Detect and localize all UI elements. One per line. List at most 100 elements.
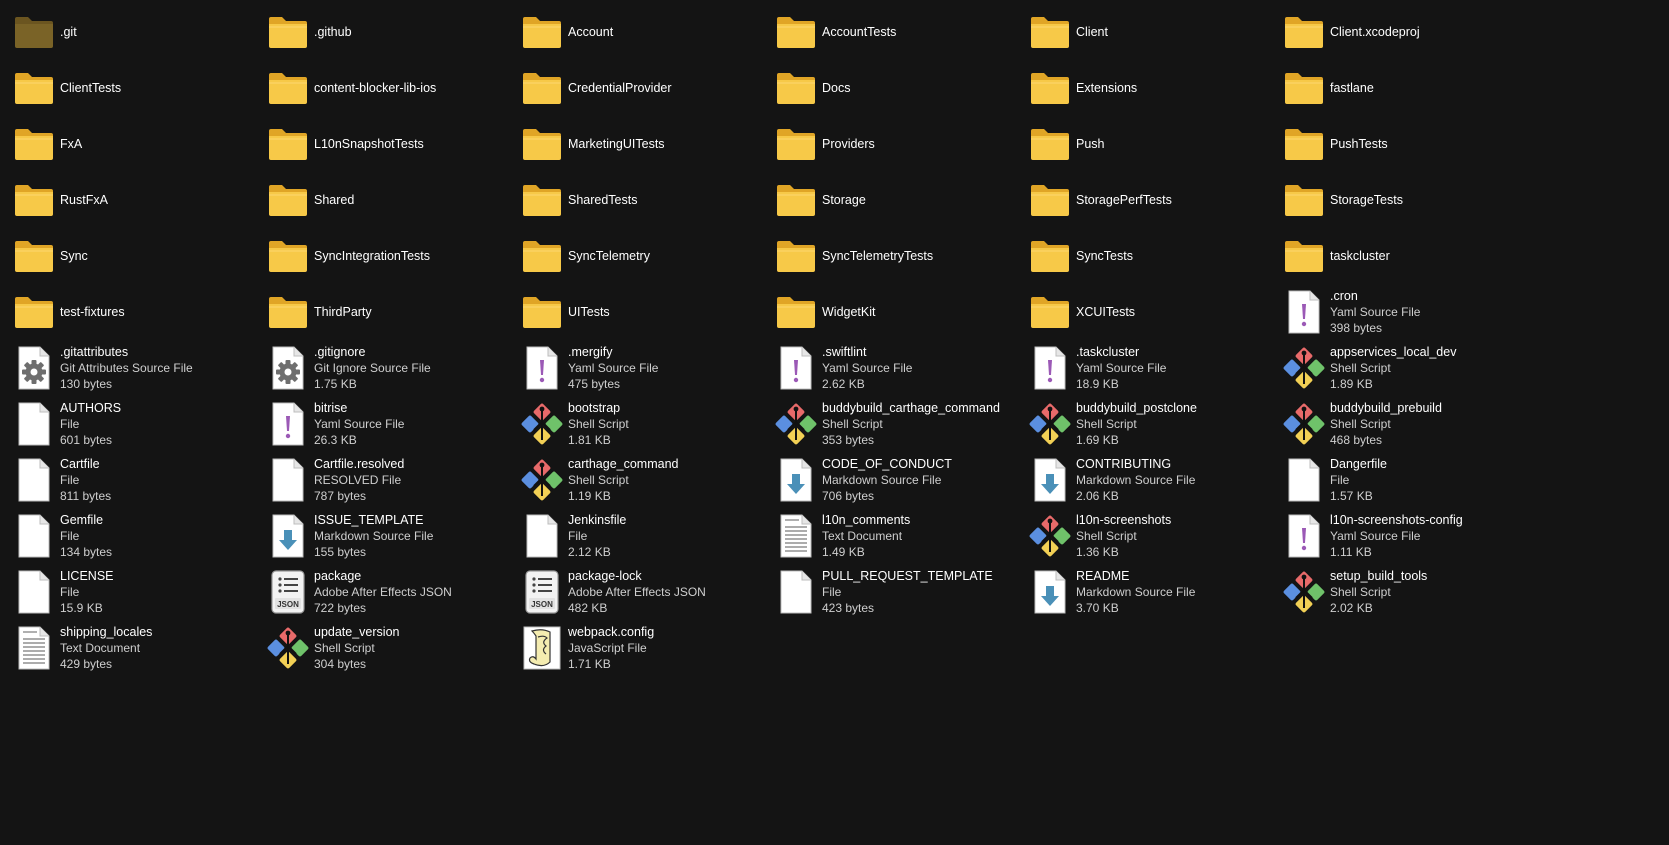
item-name: taskcluster xyxy=(1330,249,1390,263)
folder-item[interactable]: StoragePerfTests xyxy=(1026,172,1280,228)
file-item[interactable]: appservices_local_dev Shell Script 1.89 KB xyxy=(1280,340,1534,396)
folder-item[interactable]: L10nSnapshotTests xyxy=(264,116,518,172)
item-type: Yaml Source File xyxy=(314,417,405,431)
folder-item[interactable]: WidgetKit xyxy=(772,284,1026,340)
item-details: .cron Yaml Source File 398 bytes xyxy=(1330,288,1420,336)
file-item[interactable]: Dangerfile File 1.57 KB xyxy=(1280,452,1534,508)
folder-item[interactable]: Client.xcodeproj xyxy=(1280,4,1534,60)
item-details: l10n-screenshots-config Yaml Source File 1… xyxy=(1330,512,1463,560)
folder-item[interactable]: Client xyxy=(1026,4,1280,60)
file-item[interactable]: buddybuild_postclone Shell Script 1.69 KB xyxy=(1026,396,1280,452)
file-item[interactable]: AUTHORS File 601 bytes xyxy=(10,396,264,452)
folder-item[interactable]: test-fixtures xyxy=(10,284,264,340)
folder-item[interactable]: Account xyxy=(518,4,772,60)
blank-file-icon xyxy=(10,400,58,448)
file-item[interactable]: bitrise Yaml Source File 26.3 KB xyxy=(264,396,518,452)
item-details: buddybuild_carthage_command Shell Script 3… xyxy=(822,400,1000,448)
folder-item[interactable]: PushTests xyxy=(1280,116,1534,172)
folder-icon xyxy=(772,176,820,224)
item-details: Dangerfile File 1.57 KB xyxy=(1330,456,1387,504)
folder-item[interactable]: SyncTelemetry xyxy=(518,228,772,284)
file-item[interactable]: .mergify Yaml Source File 475 bytes xyxy=(518,340,772,396)
file-item[interactable]: Jenkinsfile File 2.12 KB xyxy=(518,508,772,564)
item-name: ThirdParty xyxy=(314,305,372,319)
folder-item[interactable]: SyncTests xyxy=(1026,228,1280,284)
file-item[interactable]: .taskcluster Yaml Source File 18.9 KB xyxy=(1026,340,1280,396)
folder-item[interactable]: Sync xyxy=(10,228,264,284)
folder-item[interactable]: SyncTelemetryTests xyxy=(772,228,1026,284)
shell-script-icon xyxy=(1026,400,1074,448)
item-type: Shell Script xyxy=(1330,417,1391,431)
folder-item[interactable]: ClientTests xyxy=(10,60,264,116)
item-name: setup_build_tools xyxy=(1330,569,1428,583)
folder-item[interactable]: Push xyxy=(1026,116,1280,172)
folder-item[interactable]: UITests xyxy=(518,284,772,340)
folder-item[interactable]: .github xyxy=(264,4,518,60)
folder-item[interactable]: Shared xyxy=(264,172,518,228)
file-item[interactable]: l10n-screenshots-config Yaml Source File 1… xyxy=(1280,508,1534,564)
file-item[interactable]: README Markdown Source File 3.70 KB xyxy=(1026,564,1280,620)
item-size: 1.36 KB xyxy=(1076,545,1119,559)
item-details: ISSUE_TEMPLATE Markdown Source File 155 by… xyxy=(314,512,433,560)
folder-icon xyxy=(1026,64,1074,112)
folder-item[interactable]: .git xyxy=(10,4,264,60)
file-item[interactable]: .gitattributes Git Attributes Source File… xyxy=(10,340,264,396)
item-name: package xyxy=(314,569,362,583)
folder-item[interactable]: Storage xyxy=(772,172,1026,228)
json-file-icon: JSON xyxy=(518,568,566,616)
item-size: 468 bytes xyxy=(1330,433,1383,447)
folder-item[interactable]: StorageTests xyxy=(1280,172,1534,228)
file-item[interactable]: LICENSE File 15.9 KB xyxy=(10,564,264,620)
folder-item[interactable]: CredentialProvider xyxy=(518,60,772,116)
file-item[interactable]: ISSUE_TEMPLATE Markdown Source File 155 by… xyxy=(264,508,518,564)
item-details: package Adobe After Effects JSON 722 bytes xyxy=(314,568,452,616)
item-name: ClientTests xyxy=(60,81,122,95)
folder-item[interactable]: Providers xyxy=(772,116,1026,172)
folder-item[interactable]: SharedTests xyxy=(518,172,772,228)
item-name: l10n-screenshots xyxy=(1076,513,1172,527)
file-item[interactable]: l10n-screenshots Shell Script 1.36 KB xyxy=(1026,508,1280,564)
file-item[interactable]: PULL_REQUEST_TEMPLATE File 423 bytes xyxy=(772,564,1026,620)
folder-icon xyxy=(1026,232,1074,280)
file-item[interactable]: .cron Yaml Source File 398 bytes xyxy=(1280,284,1534,340)
file-item[interactable]: buddybuild_carthage_command Shell Script 3… xyxy=(772,396,1026,452)
file-item[interactable]: JSON package Adobe After Effects JSON 722 … xyxy=(264,564,518,620)
file-item[interactable]: CONTRIBUTING Markdown Source File 2.06 KB xyxy=(1026,452,1280,508)
item-details: Cartfile.resolved RESOLVED File 787 bytes xyxy=(314,456,404,504)
file-item[interactable]: webpack.config JavaScript File 1.71 KB xyxy=(518,620,772,676)
item-size: 155 bytes xyxy=(314,545,367,559)
file-item[interactable]: CODE_OF_CONDUCT Markdown Source File 706 b… xyxy=(772,452,1026,508)
file-item[interactable]: setup_build_tools Shell Script 2.02 KB xyxy=(1280,564,1534,620)
item-name: update_version xyxy=(314,625,400,639)
file-item[interactable]: l10n_comments Text Document 1.49 KB xyxy=(772,508,1026,564)
file-item[interactable]: carthage_command Shell Script 1.19 KB xyxy=(518,452,772,508)
folder-item[interactable]: Docs xyxy=(772,60,1026,116)
item-size: 787 bytes xyxy=(314,489,367,503)
folder-item[interactable]: ThirdParty xyxy=(264,284,518,340)
folder-item[interactable]: SyncIntegrationTests xyxy=(264,228,518,284)
item-type: File xyxy=(60,529,80,543)
folder-item[interactable]: fastlane xyxy=(1280,60,1534,116)
file-item[interactable]: buddybuild_prebuild Shell Script 468 bytes xyxy=(1280,396,1534,452)
file-item[interactable]: .swiftlint Yaml Source File 2.62 KB xyxy=(772,340,1026,396)
folder-item[interactable]: RustFxA xyxy=(10,172,264,228)
folder-item[interactable]: AccountTests xyxy=(772,4,1026,60)
file-item[interactable]: shipping_locales Text Document 429 bytes xyxy=(10,620,264,676)
file-item[interactable]: bootstrap Shell Script 1.81 KB xyxy=(518,396,772,452)
folder-item[interactable]: Extensions xyxy=(1026,60,1280,116)
item-details: CONTRIBUTING Markdown Source File 2.06 KB xyxy=(1076,456,1195,504)
item-type: Shell Script xyxy=(314,641,375,655)
folder-item[interactable]: MarketingUITests xyxy=(518,116,772,172)
folder-item[interactable]: taskcluster xyxy=(1280,228,1534,284)
file-item[interactable]: Gemfile File 134 bytes xyxy=(10,508,264,564)
file-item[interactable]: Cartfile File 811 bytes xyxy=(10,452,264,508)
file-item[interactable]: JSON package-lock Adobe After Effects JSO… xyxy=(518,564,772,620)
file-item[interactable]: Cartfile.resolved RESOLVED File 787 bytes xyxy=(264,452,518,508)
item-type: File xyxy=(60,473,80,487)
item-name: shipping_locales xyxy=(60,625,153,639)
folder-item[interactable]: FxA xyxy=(10,116,264,172)
file-item[interactable]: update_version Shell Script 304 bytes xyxy=(264,620,518,676)
folder-item[interactable]: XCUITests xyxy=(1026,284,1280,340)
file-item[interactable]: .gitignore Git Ignore Source File 1.75 KB xyxy=(264,340,518,396)
folder-item[interactable]: content-blocker-lib-ios xyxy=(264,60,518,116)
